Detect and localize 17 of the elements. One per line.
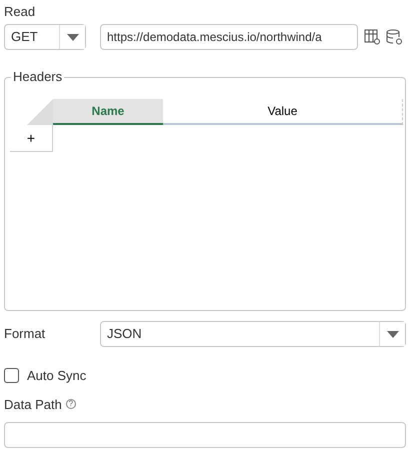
caret-icon <box>66 34 78 40</box>
column-header[interactable]: Name <box>53 99 163 125</box>
url-field[interactable]: https://demodata.mescius.io/northwind/a <box>100 24 358 50</box>
method-select[interactable]: GET <box>4 24 86 50</box>
checkbox[interactable] <box>4 368 19 384</box>
checkbox-label[interactable]: Auto Sync <box>27 366 86 386</box>
column-header[interactable]: Value <box>163 99 403 125</box>
format-select[interactable]: JSON <box>100 321 406 347</box>
database-settings-icon[interactable] <box>386 28 404 46</box>
help-icon[interactable]: ? <box>66 399 76 410</box>
data-path-field[interactable] <box>4 422 406 448</box>
field-label: Read <box>4 4 36 20</box>
caret-icon <box>386 330 398 338</box>
field-label: Data Path <box>4 396 62 414</box>
add-row-button[interactable]: + <box>10 125 53 152</box>
field-label: Format <box>4 325 46 344</box>
table-settings-icon[interactable] <box>364 28 382 46</box>
